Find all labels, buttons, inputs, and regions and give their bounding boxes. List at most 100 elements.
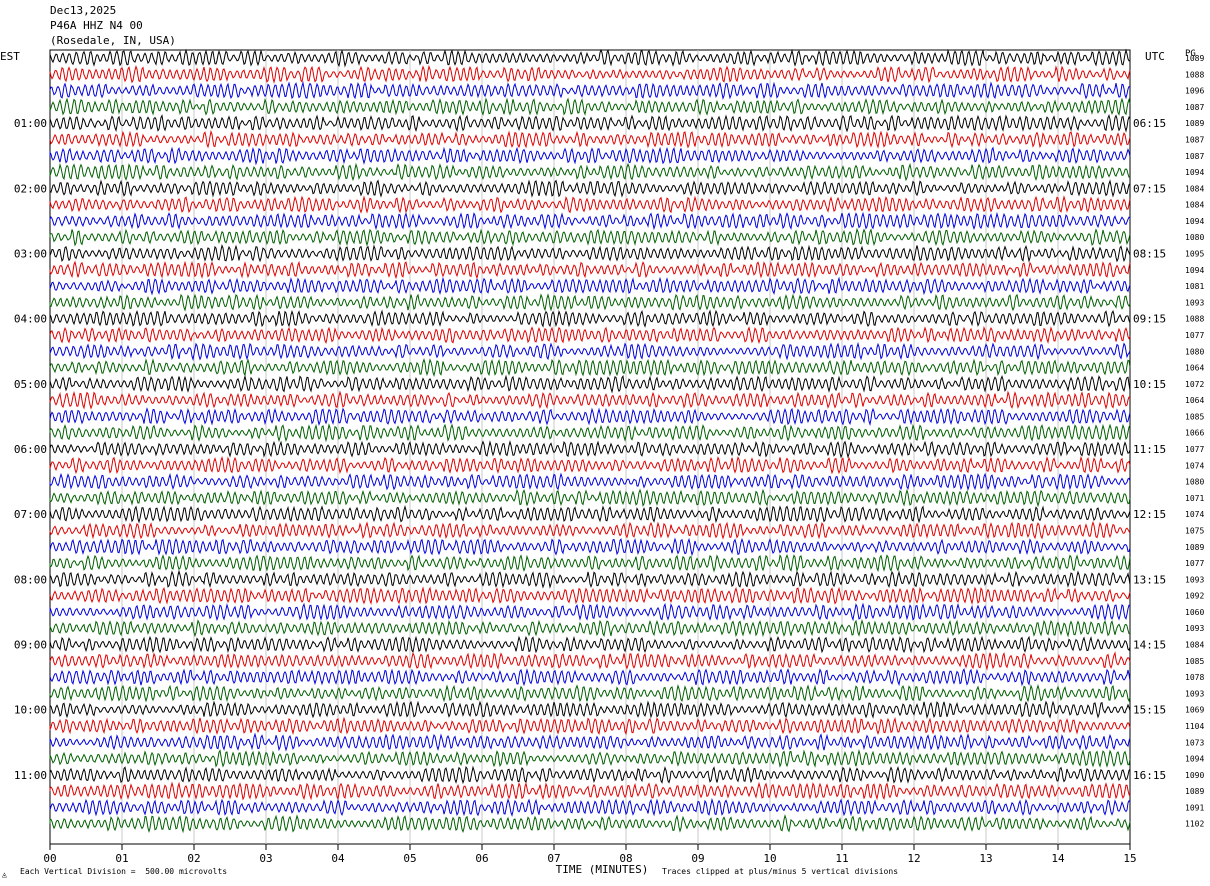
trace-value-label: 1072: [1185, 380, 1204, 389]
trace-line: [49, 243, 1131, 263]
trace-value-label: 1094: [1185, 168, 1204, 177]
trace-line: [49, 586, 1131, 606]
right-time-label: 09:15: [1133, 313, 1166, 326]
x-tick-label: 13: [979, 852, 992, 865]
trace-value-label: 1093: [1185, 624, 1204, 633]
trace-value-label: 1084: [1185, 184, 1204, 193]
x-axis-label: TIME (MINUTES): [556, 863, 649, 876]
trace-value-label: 1074: [1185, 461, 1204, 470]
clip-note: Traces clipped at plus/minus 5 vertical …: [662, 867, 899, 876]
trace-value-label: 1075: [1185, 526, 1204, 535]
trace-line: [49, 618, 1131, 638]
trace-value-label: 1091: [1185, 803, 1204, 812]
trace-line: [49, 113, 1131, 133]
trace-value-label: 1085: [1185, 657, 1204, 666]
right-time-label: 08:15: [1133, 248, 1166, 261]
trace-line: [49, 64, 1131, 84]
trace-line: [49, 325, 1131, 345]
trace-value-label: 1080: [1185, 347, 1204, 356]
trace-value-label: 1064: [1185, 396, 1204, 405]
trace-line: [49, 505, 1131, 524]
trace-line: [49, 309, 1131, 328]
trace-line: [49, 683, 1131, 703]
trace-line: [49, 146, 1131, 166]
trace-value-label: 1087: [1185, 152, 1204, 161]
trace-line: [49, 48, 1131, 68]
trace-value-label: 1104: [1185, 722, 1204, 731]
trace-line: [49, 407, 1131, 427]
x-tick-label: 04: [331, 852, 345, 865]
trace-value-label: 1077: [1185, 331, 1204, 340]
trace-line: [49, 440, 1131, 459]
x-tick-label: 06: [475, 852, 488, 865]
trace-value-label: 1092: [1185, 592, 1204, 601]
trace-line: [49, 179, 1131, 198]
trace-line: [49, 162, 1131, 182]
trace-line: [49, 749, 1131, 768]
scale-note: Each Vertical Division = 500.00 microvol…: [20, 867, 228, 876]
right-time-label: 15:15: [1133, 704, 1166, 717]
trace-line: [49, 293, 1131, 312]
trace-line: [49, 472, 1131, 491]
trace-value-label: 1089: [1185, 54, 1204, 63]
trace-value-label: 1087: [1185, 135, 1204, 144]
trace-line: [49, 455, 1131, 475]
trace-line: [49, 635, 1131, 654]
trace-line: [49, 227, 1131, 247]
trace-value-label: 1077: [1185, 445, 1204, 454]
trace-value-label: 1060: [1185, 608, 1204, 617]
trace-line: [49, 814, 1131, 834]
trace-line: [49, 569, 1131, 589]
trace-line: [49, 797, 1131, 817]
trace-line: [49, 260, 1131, 280]
right-time-label: 13:15: [1133, 573, 1166, 586]
trace-value-label: 1074: [1185, 510, 1204, 519]
x-tick-label: 11: [835, 852, 848, 865]
left-time-label: 11:00: [14, 769, 47, 782]
x-tick-label: 05: [403, 852, 416, 865]
trace-line: [49, 488, 1131, 508]
trace-line: [49, 781, 1131, 801]
trace-line: [49, 81, 1131, 101]
left-time-label: 01:00: [14, 117, 47, 130]
trace-value-label: 1073: [1185, 738, 1204, 747]
trace-line: [49, 651, 1131, 671]
trace-line: [49, 716, 1131, 736]
trace-line: [49, 97, 1131, 116]
trace-value-label: 1094: [1185, 755, 1204, 764]
trace-value-label: 1093: [1185, 298, 1204, 307]
trace-value-label: 1084: [1185, 641, 1204, 650]
left-time-label: 10:00: [14, 704, 47, 717]
x-tick-label: 12: [907, 852, 920, 865]
left-time-label: 04:00: [14, 313, 47, 326]
trace-line: [49, 276, 1131, 296]
x-tick-label: 09: [691, 852, 704, 865]
trace-line: [49, 374, 1131, 394]
right-time-label: 11:15: [1133, 443, 1166, 456]
trace-value-label: 1084: [1185, 201, 1204, 210]
x-tick-label: 02: [187, 852, 200, 865]
trace-value-label: 1096: [1185, 87, 1204, 96]
trace-value-label: 1090: [1185, 771, 1204, 780]
x-tick-label: 00: [43, 852, 56, 865]
left-time-label: 08:00: [14, 573, 47, 586]
trace-value-label: 1071: [1185, 494, 1204, 503]
trace-value-label: 1077: [1185, 559, 1204, 568]
trace-value-label: 1093: [1185, 689, 1204, 698]
helicorder-plot: 00 01 02 03 04 05 06 07 08 09 10 11 12 13 14 15TIME (MI…: [14, 48, 1204, 876]
trace-value-label: 1088: [1185, 70, 1204, 79]
x-tick-label: 01: [115, 852, 128, 865]
trace-line: [49, 732, 1131, 752]
trace-value-label: 1088: [1185, 315, 1204, 324]
trace-line: [49, 357, 1131, 378]
trace-line: [49, 423, 1131, 443]
trace-value-label: 1093: [1185, 575, 1204, 584]
trace-value-label: 1094: [1185, 266, 1204, 275]
right-time-label: 07:15: [1133, 182, 1166, 195]
x-tick-label: 14: [1051, 852, 1065, 865]
left-time-label: 03:00: [14, 248, 47, 261]
trace-line: [49, 765, 1131, 785]
x-tick-label: 03: [259, 852, 272, 865]
trace-value-label: 1102: [1185, 820, 1204, 829]
right-time-label: 10:15: [1133, 378, 1166, 391]
